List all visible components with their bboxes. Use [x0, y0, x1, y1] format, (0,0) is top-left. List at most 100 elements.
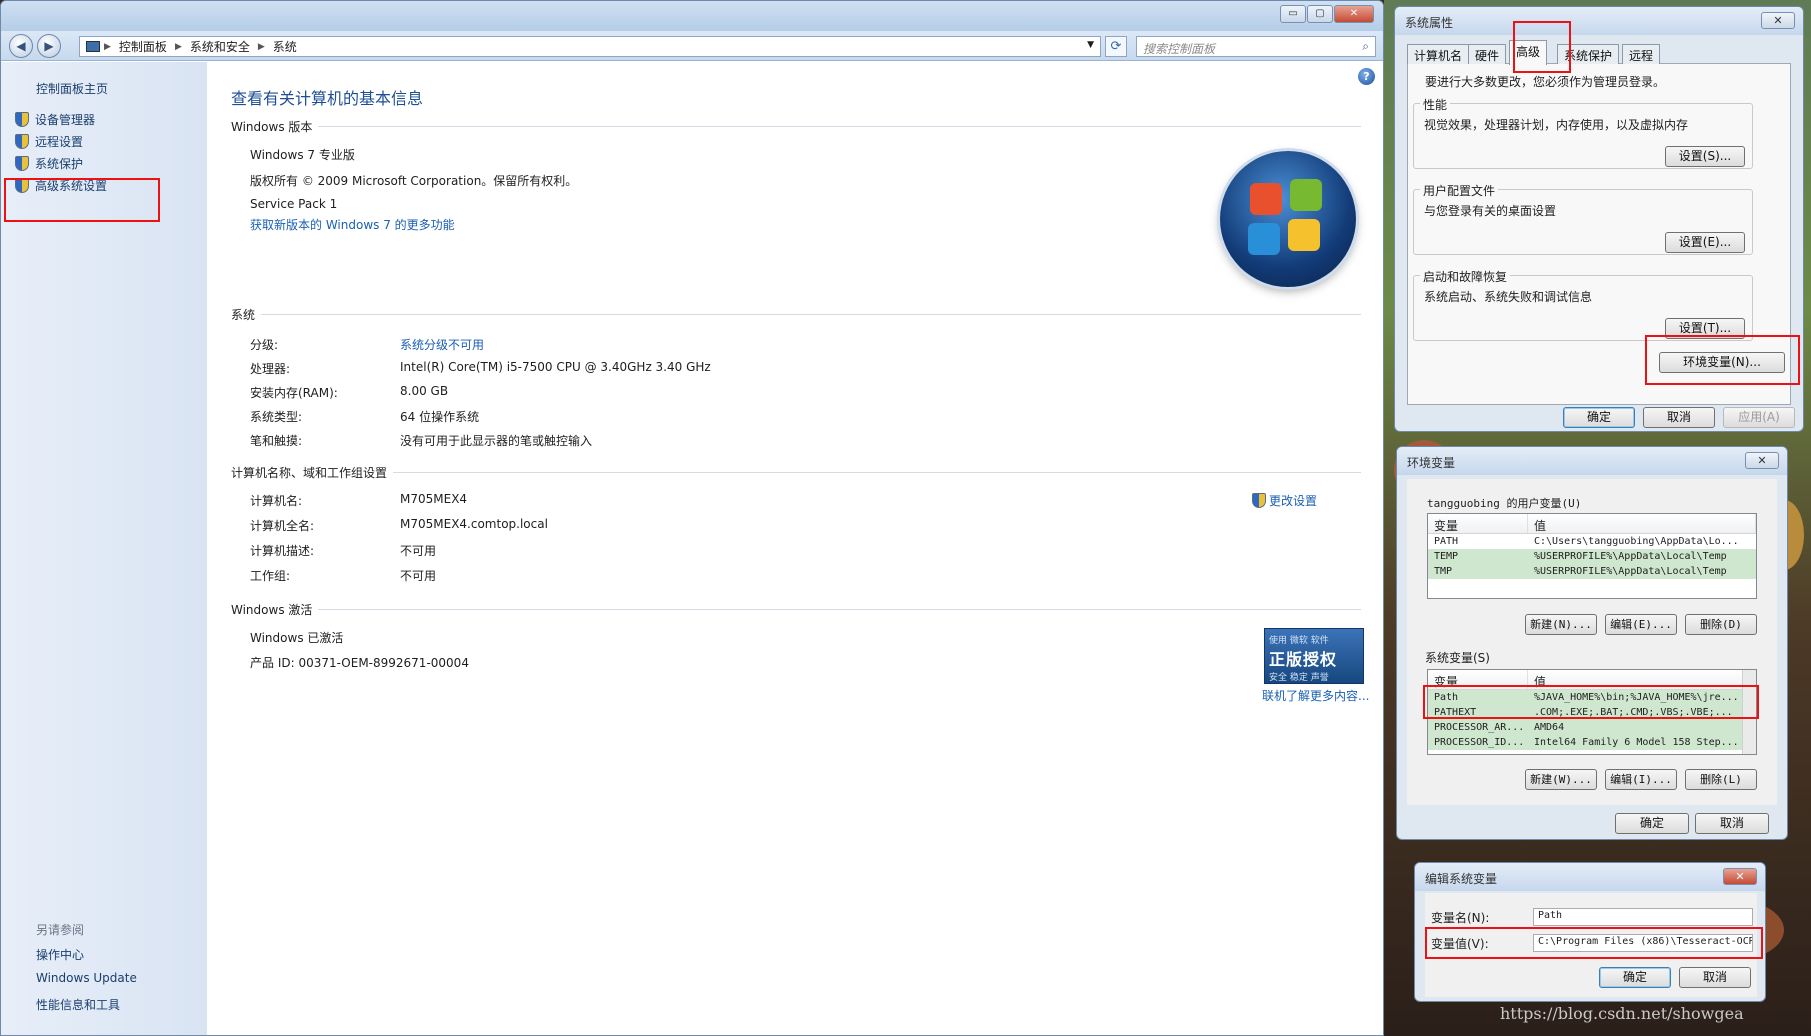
computer-name-label: 计算机名: — [250, 494, 303, 508]
cancel-button[interactable]: 取消 — [1695, 813, 1769, 834]
chevron-right-icon: ▶ — [174, 41, 182, 52]
highlight-box — [1423, 685, 1759, 719]
help-icon[interactable]: ? — [1358, 68, 1375, 85]
see-also-action-center[interactable]: 操作中心 — [36, 946, 84, 963]
see-also-heading: 另请参阅 — [36, 923, 85, 937]
genuine-badge-top: 使用 微软 软件 — [1269, 636, 1329, 646]
list-item[interactable]: PATH C:\Users\tangguobing\AppData\Lo... — [1428, 534, 1756, 549]
system-new-button[interactable]: 新建(W)... — [1525, 769, 1597, 790]
user-profile-settings-button[interactable]: 设置(E)... — [1665, 232, 1745, 253]
shield-icon — [15, 112, 29, 127]
edition-text: Windows 7 专业版 — [250, 148, 355, 162]
tab-remote[interactable]: 远程 — [1622, 44, 1661, 64]
search-input[interactable]: 搜索控制面板 ⌕ — [1136, 36, 1376, 57]
highlight-box — [1425, 927, 1763, 959]
see-also-windows-update[interactable]: Windows Update — [36, 971, 137, 985]
more-features-link[interactable]: 获取新版本的 Windows 7 的更多功能 — [250, 216, 455, 233]
genuine-badge-bottom: 安全 稳定 声誉 — [1269, 673, 1329, 683]
column-header-value[interactable]: 值 — [1528, 514, 1756, 533]
list-item[interactable]: TMP %USERPROFILE%\AppData\Local\Temp — [1428, 564, 1756, 579]
cancel-button[interactable]: 取消 — [1679, 967, 1751, 988]
user-profile-title: 用户配置文件 — [1420, 182, 1499, 199]
description-value: 不可用 — [400, 544, 437, 558]
close-button[interactable]: ✕ — [1334, 5, 1374, 23]
pen-touch-value: 没有可用于此显示器的笔或触控输入 — [400, 434, 593, 448]
genuine-badge-main: 正版授权 — [1269, 650, 1338, 669]
search-icon[interactable]: ⌕ — [1362, 39, 1369, 54]
highlight-box — [1513, 21, 1571, 73]
see-also-performance[interactable]: 性能信息和工具 — [36, 996, 120, 1013]
learn-more-link[interactable]: 联机了解更多内容... — [1262, 687, 1369, 704]
user-edit-button[interactable]: 编辑(E)... — [1605, 614, 1677, 635]
list-item[interactable]: PROCESSOR_ID... Intel64 Family 6 Model 15… — [1428, 735, 1756, 750]
rating-label: 分级: — [250, 338, 279, 352]
full-name-value: M705MEX4.comtop.local — [400, 517, 548, 531]
maximize-button[interactable]: ▢ — [1307, 5, 1333, 23]
address-bar[interactable]: ▶ 控制面板 ▶ 系统和安全 ▶ 系统 ▼ — [79, 36, 1101, 57]
system-edit-button[interactable]: 编辑(I)... — [1605, 769, 1677, 790]
ok-button[interactable]: 确定 — [1615, 813, 1689, 834]
change-settings-link[interactable]: 更改设置 — [1252, 492, 1317, 509]
variable-name-label: 变量名(N): — [1431, 911, 1490, 925]
chevron-right-icon: ▶ — [257, 41, 265, 52]
shield-icon — [15, 134, 29, 149]
close-button[interactable]: ✕ — [1761, 12, 1795, 29]
ok-button[interactable]: 确定 — [1563, 407, 1635, 428]
column-header-variable[interactable]: 变量 — [1428, 514, 1528, 533]
workgroup-value: 不可用 — [400, 569, 437, 583]
system-delete-button[interactable]: 删除(L) — [1685, 769, 1757, 790]
ok-button[interactable]: 确定 — [1599, 967, 1671, 988]
cancel-button[interactable]: 取消 — [1643, 407, 1715, 428]
ram-value: 8.00 GB — [400, 384, 449, 398]
sidebar-item-system-protection[interactable]: 系统保护 — [15, 155, 83, 172]
list-item[interactable]: PROCESSOR_AR... AMD64 — [1428, 720, 1756, 735]
startup-recovery-group: 启动和故障恢复 系统启动、系统失败和调试信息 设置(T)... — [1413, 268, 1753, 341]
close-button[interactable]: ✕ — [1723, 868, 1757, 885]
title-bar: ▭ ▢ ✕ — [1, 1, 1383, 31]
breadcrumb-control-panel[interactable]: 控制面板 — [119, 38, 167, 55]
variable-name-field[interactable]: Path — [1533, 908, 1753, 926]
breadcrumb-system[interactable]: 系统 — [273, 38, 297, 55]
workgroup-label: 工作组: — [250, 569, 291, 583]
sidebar: 控制面板主页 设备管理器 远程设置 系统保护 高级系统设置 另请参阅 操作中心 … — [1, 62, 207, 1035]
minimize-button[interactable]: ▭ — [1280, 5, 1306, 23]
user-delete-button[interactable]: 删除(D) — [1685, 614, 1757, 635]
sidebar-home-link[interactable]: 控制面板主页 — [36, 80, 108, 97]
service-pack-text: Service Pack 1 — [250, 197, 338, 211]
user-profile-desc: 与您登录有关的桌面设置 — [1424, 204, 1557, 218]
apply-button[interactable]: 应用(A) — [1723, 407, 1795, 428]
genuine-badge[interactable]: 使用 微软 软件 正版授权 安全 稳定 声誉 — [1264, 628, 1364, 684]
dialog-title: 编辑系统变量 — [1415, 863, 1765, 891]
tab-hardware[interactable]: 硬件 — [1468, 44, 1507, 64]
dialog-title: 系统属性 — [1395, 7, 1803, 35]
control-panel-window: ▭ ▢ ✕ ◀ ▶ ▶ 控制面板 ▶ 系统和安全 ▶ 系统 ▼ ⟳ 搜索控制面板… — [0, 0, 1384, 1036]
performance-settings-button[interactable]: 设置(S)... — [1665, 146, 1745, 167]
tab-computer-name[interactable]: 计算机名 — [1407, 44, 1470, 64]
edit-system-variable-dialog: 编辑系统变量 ✕ 变量名(N): Path 变量值(V): C:\Program… — [1414, 862, 1766, 1002]
pen-touch-label: 笔和触摸: — [250, 434, 303, 448]
close-button[interactable]: ✕ — [1745, 452, 1779, 469]
performance-group: 性能 视觉效果，处理器计划，内存使用，以及虚拟内存 设置(S)... — [1413, 96, 1753, 169]
processor-value: Intel(R) Core(TM) i5-7500 CPU @ 3.40GHz … — [400, 360, 711, 374]
description-label: 计算机描述: — [250, 544, 315, 558]
sidebar-item-device-manager[interactable]: 设备管理器 — [15, 111, 95, 128]
processor-label: 处理器: — [250, 362, 291, 376]
list-item[interactable]: TEMP %USERPROFILE%\AppData\Local\Temp — [1428, 549, 1756, 564]
user-vars-list[interactable]: 变量值 PATH C:\Users\tangguobing\AppData\Lo.… — [1427, 513, 1757, 599]
control-panel-icon — [86, 41, 100, 52]
watermark-text: https://blog.csdn.net/showgea — [1500, 1004, 1744, 1023]
user-vars-label: tangguobing 的用户变量(U) — [1427, 497, 1582, 510]
admin-note: 要进行大多数更改，您必须作为管理员登录。 — [1425, 75, 1666, 89]
chevron-down-icon[interactable]: ▼ — [1087, 40, 1094, 50]
back-arrow-icon[interactable]: ◀ — [9, 34, 33, 58]
sidebar-item-remote-settings[interactable]: 远程设置 — [15, 133, 83, 150]
startup-recovery-title: 启动和故障恢复 — [1420, 268, 1511, 285]
breadcrumb-system-security[interactable]: 系统和安全 — [190, 38, 250, 55]
refresh-icon[interactable]: ⟳ — [1105, 36, 1127, 57]
rating-value-link[interactable]: 系统分级不可用 — [400, 336, 484, 353]
main-content: ? 查看有关计算机的基本信息 Windows 版本 Windows 7 专业版 … — [207, 62, 1383, 1035]
user-new-button[interactable]: 新建(N)... — [1525, 614, 1597, 635]
computer-section-header: 计算机名称、域和工作组设置 — [231, 464, 1361, 481]
ram-label: 安装内存(RAM): — [250, 386, 338, 400]
forward-arrow-icon[interactable]: ▶ — [37, 34, 61, 58]
